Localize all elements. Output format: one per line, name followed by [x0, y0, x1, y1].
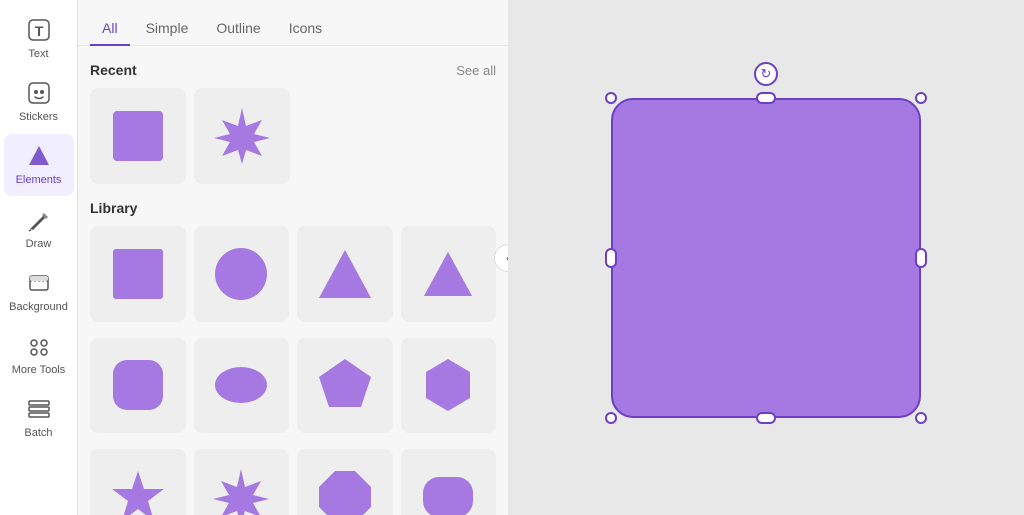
- library-shape-square[interactable]: [90, 226, 186, 322]
- handle-bottom-right[interactable]: [915, 412, 927, 424]
- handle-middle-right[interactable]: [915, 248, 927, 268]
- recent-section-header: Recent See all: [90, 62, 496, 78]
- sidebar-item-batch-label: Batch: [24, 427, 52, 440]
- library-shapes-grid-row1: [90, 226, 496, 322]
- sidebar-item-draw-label: Draw: [26, 238, 52, 251]
- selected-shape-container: ↻: [611, 98, 921, 418]
- tabs-row: All Simple Outline Icons: [78, 0, 508, 46]
- library-shape-hexagon[interactable]: [401, 338, 497, 434]
- tab-icons[interactable]: Icons: [277, 12, 334, 46]
- handle-middle-left[interactable]: [605, 248, 617, 268]
- library-shapes-grid-row2: [90, 338, 496, 434]
- tab-outline[interactable]: Outline: [204, 12, 272, 46]
- more-tools-icon: [25, 332, 53, 360]
- library-shape-star[interactable]: [90, 449, 186, 515]
- handle-top-middle[interactable]: [756, 92, 776, 104]
- sidebar-nav: T Text Stickers Elements: [0, 0, 78, 515]
- handle-top-right[interactable]: [915, 92, 927, 104]
- stickers-icon: [25, 79, 53, 107]
- elements-icon: [25, 142, 53, 170]
- recent-shape-square[interactable]: [90, 88, 186, 184]
- handle-bottom-middle[interactable]: [756, 412, 776, 424]
- background-icon: [25, 269, 53, 297]
- library-shape-triangle[interactable]: [297, 226, 393, 322]
- library-shape-triangle2[interactable]: [401, 226, 497, 322]
- sidebar-item-elements[interactable]: Elements: [4, 134, 74, 195]
- library-title: Library: [90, 200, 137, 216]
- library-shape-ellipse[interactable]: [194, 338, 290, 434]
- sidebar-item-more-tools[interactable]: More Tools: [4, 324, 74, 385]
- library-section-header: Library: [90, 200, 496, 216]
- elements-panel: All Simple Outline Icons Recent See all: [78, 0, 508, 515]
- draw-icon: [25, 206, 53, 234]
- sidebar-item-text[interactable]: T Text: [4, 8, 74, 69]
- tab-simple[interactable]: Simple: [134, 12, 201, 46]
- library-shape-octagon[interactable]: [297, 449, 393, 515]
- recent-title: Recent: [90, 62, 137, 78]
- panel-content: Recent See all Library: [78, 46, 508, 515]
- library-shape-circle[interactable]: [194, 226, 290, 322]
- handle-bottom-left[interactable]: [605, 412, 617, 424]
- sidebar-item-background-label: Background: [9, 301, 68, 314]
- recent-shape-starburst[interactable]: [194, 88, 290, 184]
- library-shapes-grid-row3: [90, 449, 496, 515]
- recent-shapes-grid: [90, 88, 290, 184]
- sidebar-item-stickers[interactable]: Stickers: [4, 71, 74, 132]
- sidebar-item-more-tools-label: More Tools: [12, 364, 66, 377]
- rotate-handle[interactable]: ↻: [754, 62, 778, 86]
- sidebar-item-draw[interactable]: Draw: [4, 198, 74, 259]
- sidebar-item-text-label: Text: [28, 48, 48, 61]
- library-shape-pentagon[interactable]: [297, 338, 393, 434]
- handle-top-left[interactable]: [605, 92, 617, 104]
- sidebar-item-batch[interactable]: Batch: [4, 387, 74, 448]
- svg-text:T: T: [34, 23, 43, 39]
- library-shape-rounded-rect[interactable]: [401, 449, 497, 515]
- batch-icon: [25, 395, 53, 423]
- sidebar-item-elements-label: Elements: [16, 174, 62, 187]
- canvas-shape-rectangle[interactable]: [611, 98, 921, 418]
- library-shape-starburst[interactable]: [194, 449, 290, 515]
- sidebar-item-stickers-label: Stickers: [19, 111, 58, 124]
- canvas-area[interactable]: ↻: [508, 0, 1024, 515]
- see-all-button[interactable]: See all: [456, 63, 496, 78]
- tab-all[interactable]: All: [90, 12, 130, 46]
- library-shape-rounded-square[interactable]: [90, 338, 186, 434]
- sidebar-item-background[interactable]: Background: [4, 261, 74, 322]
- text-icon: T: [25, 16, 53, 44]
